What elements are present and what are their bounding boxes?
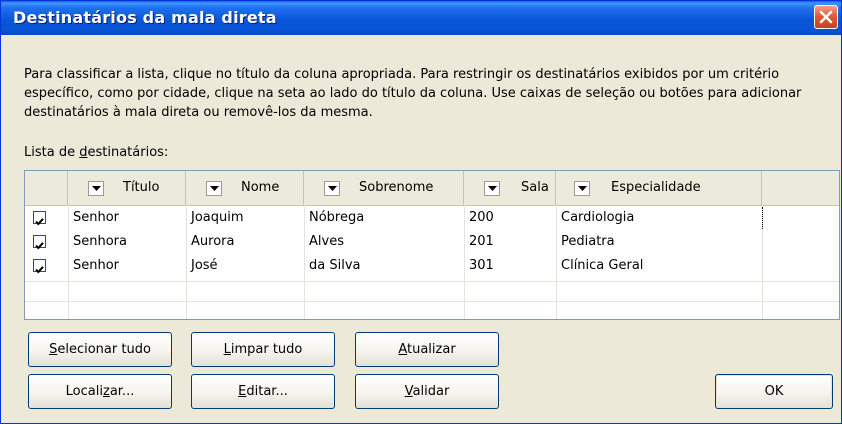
filter-dropdown-button[interactable] — [324, 181, 340, 196]
focus-indicator — [762, 207, 763, 229]
recipient-checkbox[interactable] — [33, 259, 46, 274]
filter-dropdown-button[interactable] — [484, 181, 500, 196]
column-header-row: Título Nome Sobrenome Sala Especialidade — [25, 171, 839, 206]
checkmark-icon — [35, 266, 44, 274]
cell-especialidade: Cardiologia — [561, 210, 635, 225]
clear-all-button[interactable]: Limpar tudo — [191, 332, 335, 367]
column-header-sala[interactable]: Sala — [464, 171, 556, 205]
edit-button[interactable]: Editar... — [191, 374, 335, 409]
recipient-checkbox[interactable] — [33, 211, 46, 226]
close-button[interactable] — [814, 5, 838, 29]
column-header-nome[interactable]: Nome — [186, 171, 304, 205]
ok-button[interactable]: OK — [715, 374, 833, 409]
cell-especialidade: Pediatra — [561, 234, 615, 249]
filter-dropdown-button[interactable] — [88, 181, 104, 196]
cell-especialidade: Clínica Geral — [561, 258, 644, 273]
dropdown-arrow-icon — [210, 186, 219, 191]
select-all-button[interactable]: Selecionar tudo — [28, 332, 172, 367]
cell-titulo: Senhor — [73, 258, 120, 273]
cell-sala: 201 — [469, 234, 494, 249]
window-title: Destinatários da mala direta — [13, 8, 277, 27]
column-header-label: Título — [123, 180, 160, 195]
dropdown-arrow-icon — [578, 186, 587, 191]
refresh-button[interactable]: Atualizar — [355, 332, 499, 367]
filter-dropdown-button[interactable] — [206, 181, 222, 196]
validate-button[interactable]: Validar — [355, 374, 499, 409]
cell-nome: José — [191, 258, 218, 273]
table-row[interactable]: Senhora Aurora Alves 201 Pediatra — [25, 230, 839, 254]
cell-nome: Joaquim — [191, 210, 244, 225]
column-header-label: Especialidade — [611, 180, 701, 195]
cell-sobrenome: Alves — [309, 234, 344, 249]
cell-sobrenome: da Silva — [309, 258, 361, 273]
checkmark-icon — [35, 218, 44, 226]
cell-sala: 200 — [469, 210, 494, 225]
close-icon — [819, 10, 833, 24]
dropdown-arrow-icon — [92, 186, 101, 191]
column-header-label: Sala — [521, 180, 549, 195]
dropdown-arrow-shape — [328, 186, 337, 191]
grid-line — [25, 301, 839, 302]
title-bar[interactable]: Destinatários da mala direta — [1, 1, 841, 35]
table-row[interactable]: Senhor José da Silva 301 Clínica Geral — [25, 254, 839, 278]
filter-dropdown-button[interactable] — [574, 181, 590, 196]
column-header-titulo[interactable]: Título — [68, 171, 186, 205]
dropdown-arrow-icon — [488, 186, 497, 191]
cell-sala: 301 — [469, 258, 494, 273]
column-header-sobrenome[interactable]: Sobrenome — [304, 171, 464, 205]
mail-merge-recipients-dialog: Destinatários da mala direta Para classi… — [0, 0, 842, 424]
recipient-list-label: Lista de destinatários: — [24, 145, 169, 160]
recipient-checkbox[interactable] — [33, 235, 46, 250]
dropdown-arrow-icon — [328, 186, 337, 191]
cell-nome: Aurora — [191, 234, 235, 249]
cell-sobrenome: Nóbrega — [309, 210, 365, 225]
cell-titulo: Senhora — [73, 234, 127, 249]
recipient-list[interactable]: Título Nome Sobrenome Sala Especialidade… — [24, 170, 840, 320]
table-row[interactable]: Senhor Joaquim Nóbrega 200 Cardiologia — [25, 206, 839, 230]
find-button[interactable]: Localizar... — [28, 374, 172, 409]
column-header-checkbox[interactable] — [25, 171, 68, 205]
column-header-label: Sobrenome — [359, 180, 434, 195]
column-header-label: Nome — [241, 180, 280, 195]
instructions-text: Para classificar a lista, clique no títu… — [24, 67, 802, 120]
cell-titulo: Senhor — [73, 210, 120, 225]
checkmark-icon — [35, 242, 44, 250]
grid-line — [25, 281, 839, 282]
column-header-especialidade[interactable]: Especialidade — [556, 171, 762, 205]
